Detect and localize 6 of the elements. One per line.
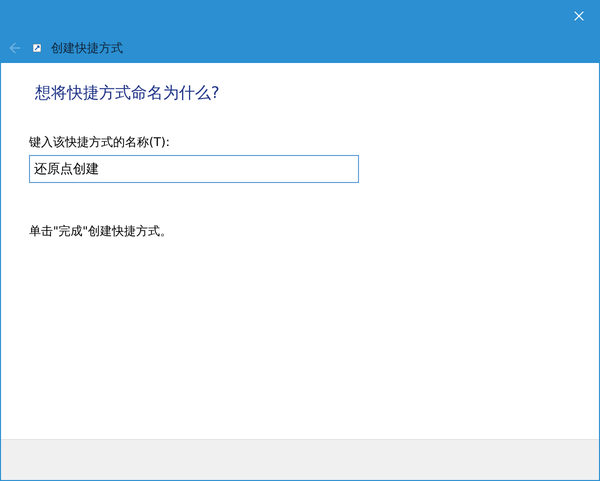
window-title: 创建快捷方式 [51,40,123,56]
shortcut-icon [33,44,41,52]
page-heading: 想将快捷方式命名为什么? [35,83,220,104]
instruction-text: 单击"完成"创建快捷方式。 [29,223,174,240]
field-label: 键入该快捷方式的名称(T): [29,134,171,151]
name-field[interactable]: 还原点创建 [29,155,359,183]
